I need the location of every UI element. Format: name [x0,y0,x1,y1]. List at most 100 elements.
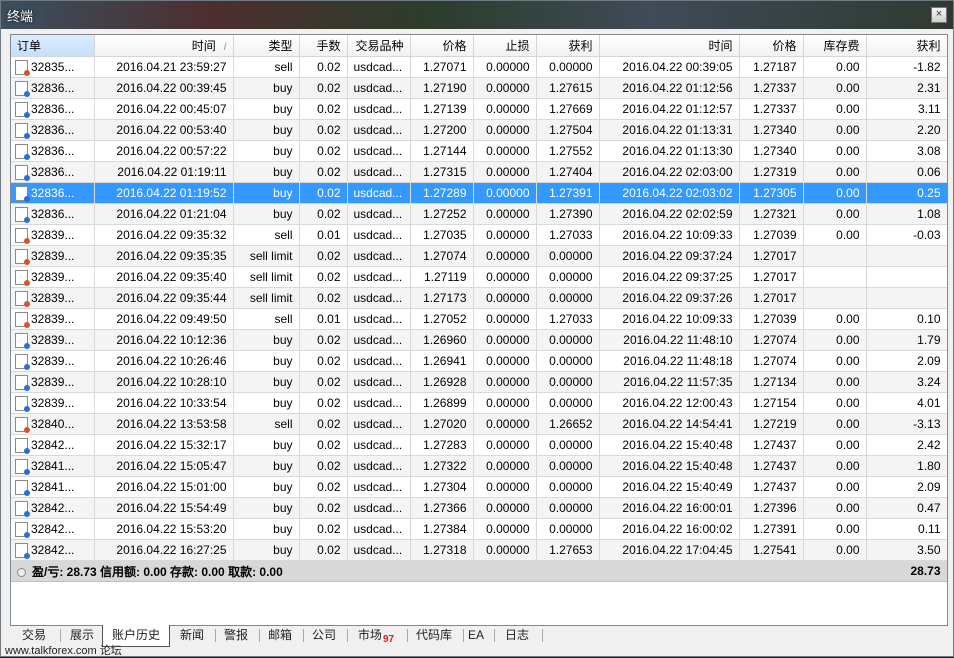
open-time-cell: 2016.04.22 13:53:58 [94,413,234,435]
buy-order-icon [15,479,30,496]
order-ticket: 32836... [31,165,75,180]
column-header-symbol[interactable]: 交易品种 [347,35,411,57]
table-row[interactable]: 32836... 2016.04.22 01:19:52 buy 0.02 usdcad… [11,182,947,204]
stop-loss-cell: 0.00000 [473,224,537,246]
table-row[interactable]: 32839... 2016.04.22 09:49:50 sell 0.01 usdca… [11,308,947,330]
table-row[interactable]: 32842... 2016.04.22 15:54:49 buy 0.02 usdcad… [11,497,947,519]
column-header-close-time[interactable]: 时间 [599,35,740,57]
take-profit-cell: 1.26652 [536,413,600,435]
order-cell: 32836... [11,203,95,225]
tab-news[interactable]: 新闻 [172,625,212,645]
buy-order-icon [15,353,30,370]
order-ticket: 32839... [31,375,75,390]
order-cell: 32839... [11,392,95,414]
lots-cell: 0.02 [299,98,348,120]
lots-cell: 0.02 [299,539,348,561]
column-header-profit[interactable]: 获利 [866,35,947,57]
open-price-cell: 1.27200 [410,119,474,141]
market-badge: 97 [382,634,395,645]
tab-journal[interactable]: 日志 [495,625,539,645]
column-header-lots[interactable]: 手数 [299,35,348,57]
swap-cell: 0.00 [803,371,867,393]
profit-cell: 2.09 [866,350,947,372]
table-row[interactable]: 32839... 2016.04.22 10:26:46 buy 0.02 usdcad… [11,350,947,372]
order-cell: 32839... [11,266,95,288]
window-title: 终端 [7,9,34,24]
column-header-open-price[interactable]: 价格 [410,35,474,57]
table-row[interactable]: 32836... 2016.04.22 00:45:07 buy 0.02 usdcad… [11,98,947,120]
type-cell: buy [233,455,300,477]
close-price-cell: 1.27305 [739,182,804,204]
close-time-cell: 2016.04.22 09:37:26 [599,287,740,309]
table-row[interactable]: 32841... 2016.04.22 15:01:00 buy 0.02 usdcad… [11,476,947,498]
open-price-cell: 1.27144 [410,140,474,162]
profit-cell: 0.25 [866,182,947,204]
table-row[interactable]: 32839... 2016.04.22 09:35:35 sell limit 0.0… [11,245,947,267]
table-row[interactable]: 32839... 2016.04.22 09:35:40 sell limit 0.0… [11,266,947,288]
column-header-open-time[interactable]: 时间 / [94,35,234,57]
type-cell: buy [233,98,300,120]
open-price-cell: 1.27252 [410,203,474,225]
open-price-cell: 1.27074 [410,245,474,267]
table-row[interactable]: 32842... 2016.04.22 15:53:20 buy 0.02 usdcad… [11,518,947,540]
open-price-cell: 1.27071 [410,56,474,78]
tab-company[interactable]: 公司 [304,625,344,645]
stop-loss-cell: 0.00000 [473,266,537,288]
close-price-cell: 1.27437 [739,476,804,498]
open-time-cell: 2016.04.22 09:49:50 [94,308,234,330]
open-price-cell: 1.27366 [410,497,474,519]
tab-code-base[interactable]: 代码库 [408,625,460,645]
tab-alerts[interactable]: 警报 [216,625,256,645]
type-cell: buy [233,182,300,204]
take-profit-cell: 0.00000 [536,455,600,477]
close-price-cell: 1.27340 [739,119,804,141]
profit-cell: -3.13 [866,413,947,435]
table-row[interactable]: 32836... 2016.04.22 00:53:40 buy 0.02 usdcad… [11,119,947,141]
profit-cell [866,245,947,267]
close-time-cell: 2016.04.22 02:02:59 [599,203,740,225]
close-price-cell: 1.27154 [739,392,804,414]
table-row[interactable]: 32842... 2016.04.22 16:27:25 buy 0.02 usdcad… [11,539,947,561]
tab-mailbox[interactable]: 邮箱 [260,625,300,645]
table-row[interactable]: 32842... 2016.04.22 15:32:17 buy 0.02 usdcad… [11,434,947,456]
symbol-cell: usdcad... [347,539,411,561]
column-header-stop-loss[interactable]: 止损 [473,35,537,57]
lots-cell: 0.02 [299,392,348,414]
table-row[interactable]: 32841... 2016.04.22 15:05:47 buy 0.02 usdcad… [11,455,947,477]
table-row[interactable]: 32836... 2016.04.22 00:39:45 buy 0.02 usdcad… [11,77,947,99]
table-row[interactable]: 32839... 2016.04.22 09:35:32 sell 0.01 usdca… [11,224,947,246]
column-header-swap[interactable]: 库存费 [803,35,867,57]
column-header-order[interactable]: 订单 [11,35,95,57]
tab-ea[interactable]: EA [464,625,488,645]
table-row[interactable]: 32839... 2016.04.22 09:35:44 sell limit 0.0… [11,287,947,309]
table-row[interactable]: 32839... 2016.04.22 10:12:36 buy 0.02 usdcad… [11,329,947,351]
column-header-type[interactable]: 类型 [233,35,300,57]
table-row[interactable]: 32839... 2016.04.22 10:33:54 buy 0.02 usdcad… [11,392,947,414]
close-button[interactable]: × [931,7,947,23]
table-row[interactable]: 32839... 2016.04.22 10:28:10 buy 0.02 usdcad… [11,371,947,393]
column-header-take-profit[interactable]: 获利 [536,35,600,57]
table-row[interactable]: 32835... 2016.04.21 23:59:27 sell 0.02 usdca… [11,56,947,78]
type-cell: buy [233,392,300,414]
table-row[interactable]: 32836... 2016.04.22 01:21:04 buy 0.02 usdcad… [11,203,947,225]
symbol-cell: usdcad... [347,329,411,351]
take-profit-cell: 0.00000 [536,329,600,351]
table-row[interactable]: 32836... 2016.04.22 00:57:22 buy 0.02 usdcad… [11,140,947,162]
stop-loss-cell: 0.00000 [473,434,537,456]
title-bar[interactable]: 终端 × [1,1,953,29]
type-cell: sell [233,413,300,435]
take-profit-cell: 1.27404 [536,161,600,183]
open-time-cell: 2016.04.22 09:35:44 [94,287,234,309]
buy-order-icon [15,437,30,454]
order-cell: 32841... [11,476,95,498]
take-profit-cell: 1.27391 [536,182,600,204]
table-row[interactable]: 32840... 2016.04.22 13:53:58 sell 0.02 usdca… [11,413,947,435]
swap-cell [803,287,867,309]
tab-market[interactable]: 市场97 [348,625,404,645]
type-cell: buy [233,161,300,183]
open-time-cell: 2016.04.22 09:35:35 [94,245,234,267]
buy-order-icon [15,164,30,181]
take-profit-cell: 1.27669 [536,98,600,120]
column-header-close-price[interactable]: 价格 [739,35,804,57]
table-row[interactable]: 32836... 2016.04.22 01:19:11 buy 0.02 usdcad… [11,161,947,183]
